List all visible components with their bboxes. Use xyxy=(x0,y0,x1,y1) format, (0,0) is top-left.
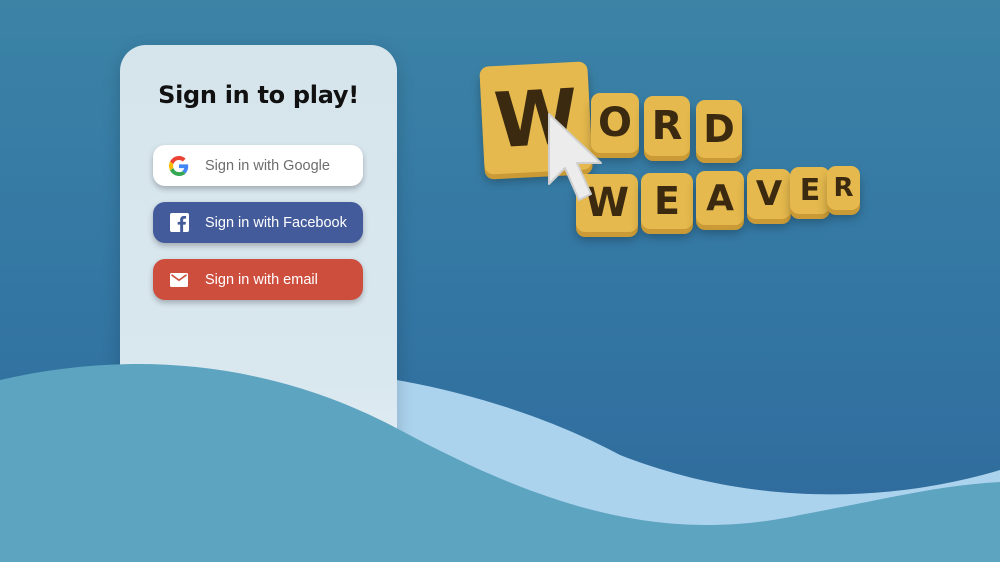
email-signin-button[interactable]: Sign in with email xyxy=(153,259,363,300)
logo-tile: R xyxy=(827,166,860,210)
logo-tile: E xyxy=(641,173,693,229)
logo-tile: R xyxy=(644,96,690,156)
google-signin-label: Sign in with Google xyxy=(205,157,330,174)
logo-tile: A xyxy=(696,171,744,225)
logo-tile: V xyxy=(747,169,791,219)
facebook-f-icon xyxy=(169,213,189,233)
mouse-pointer-icon xyxy=(548,113,602,201)
signin-panel: Sign in to play! Sign in with Google Sig… xyxy=(120,45,397,525)
google-g-icon xyxy=(169,155,189,176)
envelope-icon xyxy=(169,270,189,290)
logo-tile: D xyxy=(696,100,742,158)
facebook-signin-label: Sign in with Facebook xyxy=(205,214,347,231)
signin-title: Sign in to play! xyxy=(158,81,359,109)
email-signin-label: Sign in with email xyxy=(205,271,318,288)
google-signin-button[interactable]: Sign in with Google xyxy=(153,145,363,186)
facebook-signin-button[interactable]: Sign in with Facebook xyxy=(153,202,363,243)
logo-tile: E xyxy=(790,167,830,214)
word-weaver-logo: W O R D W E A V E R xyxy=(478,58,868,248)
